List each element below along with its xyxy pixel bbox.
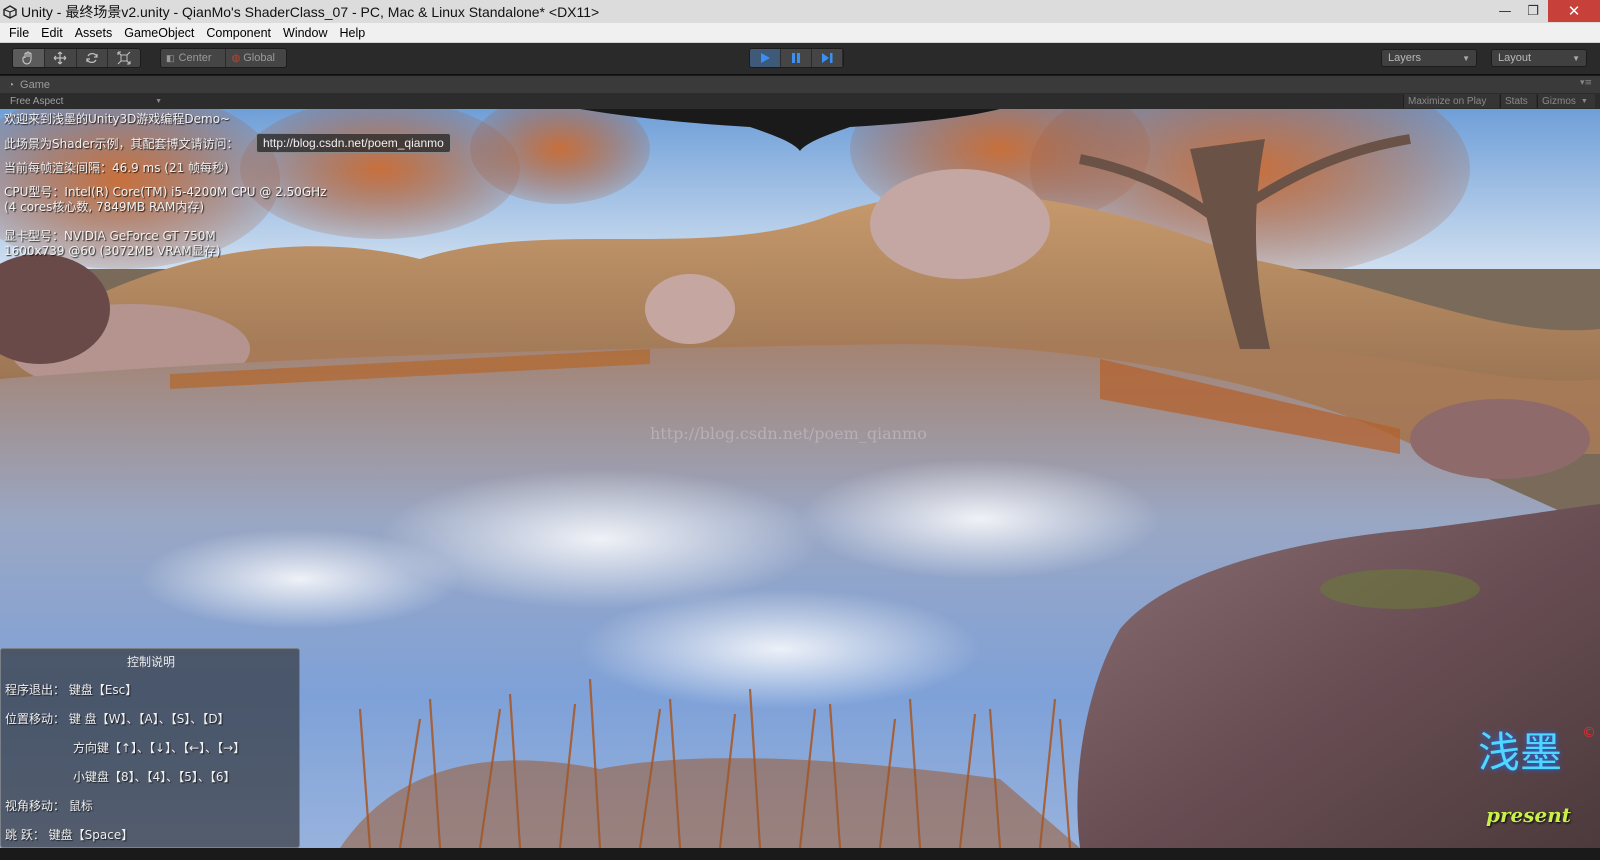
transform-tools	[12, 48, 141, 68]
logo-caption: present	[1486, 803, 1572, 827]
copyright-icon: ©	[1582, 725, 1596, 741]
help-line-arrows: 方向键【↑】、【↓】、【←】、【→】	[73, 741, 246, 755]
close-button[interactable]: ✕	[1548, 0, 1600, 22]
qianmo-logo: 浅墨 present ©	[1478, 719, 1598, 839]
logo-glyphs: 浅墨	[1478, 728, 1563, 777]
blog-link-button[interactable]: http://blog.csdn.net/poem_qianmo	[256, 133, 451, 153]
gizmos-label: Gizmos	[1542, 95, 1576, 107]
toolbar: ◧ Center ◍ Global Layers ▼ Layout ▼	[0, 43, 1600, 75]
space-label: Global	[243, 52, 275, 64]
gizmos-dropdown[interactable]: Gizmos ▼	[1537, 94, 1595, 108]
menu-component[interactable]: Component	[200, 26, 277, 40]
pause-icon	[792, 53, 800, 63]
hand-tool-button[interactable]	[13, 49, 45, 67]
move-icon	[53, 51, 67, 65]
panel-tab-bar: ◔ Game ▾≡	[0, 76, 1600, 93]
menu-window[interactable]: Window	[277, 26, 333, 40]
menu-bar: File Edit Assets GameObject Component Wi…	[0, 23, 1600, 43]
step-icon	[822, 53, 833, 63]
menu-assets[interactable]: Assets	[69, 26, 119, 40]
maximize-on-play-toggle[interactable]: Maximize on Play	[1403, 94, 1499, 108]
play-icon	[761, 53, 770, 63]
help-line-exit: 程序退出： 键盘【Esc】	[5, 683, 138, 697]
chevron-down-icon: ▼	[1572, 53, 1580, 63]
cpu-detail-text: (4 cores核心数, 7849MB RAM内存)	[4, 200, 205, 214]
menu-help[interactable]: Help	[333, 26, 371, 40]
pivot-label: Center	[178, 52, 212, 64]
help-line-jump: 跳 跃： 键盘【Space】	[5, 828, 134, 842]
chevron-down-icon: ▼	[1580, 97, 1588, 105]
help-line-numpad: 小键盘【8】、【4】、【5】、【6】	[73, 770, 236, 784]
chevron-down-icon: ▼	[155, 97, 162, 105]
scale-tool-button[interactable]	[108, 49, 140, 67]
tab-game-label: Game	[20, 79, 51, 91]
watermark-text: http://blog.csdn.net/poem_qianmo	[650, 424, 927, 443]
game-view[interactable]: 欢迎来到浅墨的Unity3D游戏编程Demo~ 此场景为Shader示例，其配套…	[0, 109, 1600, 848]
play-controls	[749, 48, 844, 68]
layers-dropdown[interactable]: Layers ▼	[1381, 49, 1477, 67]
pacman-icon: ◔	[8, 79, 15, 91]
layers-label: Layers	[1388, 52, 1422, 64]
maximize-button[interactable]: ❐	[1520, 0, 1546, 22]
panel-menu-icon[interactable]: ▾≡	[1580, 78, 1592, 88]
pivot-global-toggle[interactable]: ◍ Global	[226, 49, 286, 67]
title-bar: Unity - 最终场景v2.unity - QianMo's ShaderCl…	[0, 0, 1600, 23]
pivot-center-toggle[interactable]: ◧ Center	[161, 49, 227, 67]
rotate-tool-button[interactable]	[77, 49, 109, 67]
layout-label: Layout	[1498, 52, 1532, 64]
welcome-text: 欢迎来到浅墨的Unity3D游戏编程Demo~	[4, 112, 231, 126]
scene-note-text: 此场景为Shader示例，其配套博文请访问：	[4, 137, 239, 151]
bottom-border	[0, 848, 1600, 860]
chevron-down-icon: ▼	[1462, 53, 1470, 63]
frame-time-text: 当前每帧渲染间隔：46.9 ms (21 帧每秒)	[4, 161, 229, 175]
move-tool-button[interactable]	[45, 49, 77, 67]
play-button[interactable]	[750, 49, 781, 67]
globe-icon: ◍	[231, 52, 241, 64]
help-title: 控制说明	[126, 655, 175, 669]
hand-icon	[22, 51, 32, 65]
menu-file[interactable]: File	[3, 26, 35, 40]
help-line-view: 视角移动： 鼠标	[5, 799, 93, 813]
layout-dropdown[interactable]: Layout ▼	[1491, 49, 1587, 67]
gpu-detail-text: 1600x739 @60 (3072MB VRAM显存)	[4, 244, 221, 258]
menu-gameobject[interactable]: GameObject	[118, 26, 200, 40]
pivot-icon: ◧	[166, 52, 175, 63]
rotate-icon	[86, 53, 98, 63]
stats-toggle[interactable]: Stats	[1500, 94, 1536, 108]
step-button[interactable]	[812, 49, 843, 67]
aspect-label: Free Aspect	[10, 95, 64, 107]
menu-edit[interactable]: Edit	[35, 26, 69, 40]
unity-logo-icon	[3, 4, 17, 19]
minimize-button[interactable]: —	[1492, 0, 1518, 22]
window-title: Unity - 最终场景v2.unity - QianMo's ShaderCl…	[21, 3, 600, 20]
controls-help-panel: 控制说明 程序退出： 键盘【Esc】 位置移动： 键 盘【W】、【A】、【S】、…	[0, 648, 300, 848]
pause-button[interactable]	[781, 49, 812, 67]
help-line-move: 位置移动： 键 盘【W】、【A】、【S】、【D】	[5, 712, 230, 726]
aspect-dropdown[interactable]: Free Aspect ▼	[6, 94, 164, 108]
pivot-toggles: ◧ Center ◍ Global	[160, 48, 287, 68]
scale-icon	[117, 51, 131, 65]
game-controls-bar: Free Aspect ▼ Maximize on Play Stats Giz…	[0, 93, 1600, 109]
tab-game[interactable]: ◔ Game	[8, 77, 50, 93]
